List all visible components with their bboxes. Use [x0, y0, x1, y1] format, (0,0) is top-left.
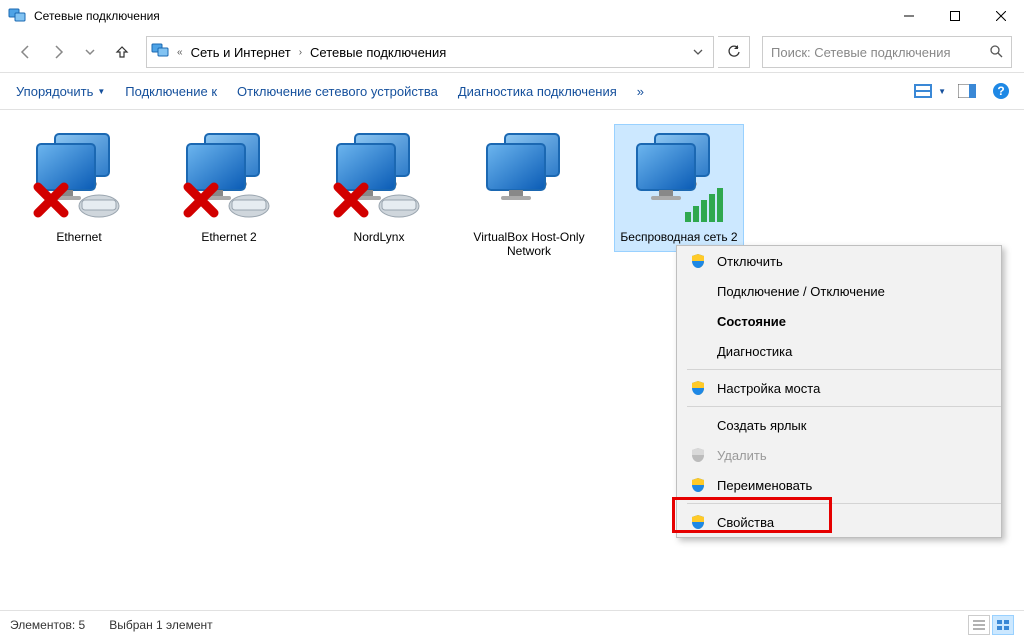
- adapter-icon: [331, 130, 427, 226]
- chevron-right-icon[interactable]: ›: [297, 47, 304, 58]
- toolbar-connect[interactable]: Подключение к: [119, 80, 223, 103]
- refresh-button[interactable]: [718, 36, 750, 68]
- breadcrumb[interactable]: « Сеть и Интернет › Сетевые подключения: [146, 36, 714, 68]
- adapter-label: NordLynx: [354, 230, 405, 244]
- shield-icon: [689, 252, 707, 270]
- shield-icon: [689, 446, 707, 464]
- adapter-icon: [631, 130, 727, 226]
- toolbar-overflow[interactable]: »: [631, 80, 650, 103]
- address-bar: « Сеть и Интернет › Сетевые подключения …: [0, 32, 1024, 72]
- adapter-label: Беспроводная сеть 2: [620, 230, 737, 244]
- address-dropdown[interactable]: [687, 45, 709, 60]
- network-adapter[interactable]: Беспроводная сеть 2: [614, 124, 744, 252]
- context-menu-item[interactable]: Состояние: [677, 306, 1001, 336]
- adapter-label: VirtualBox Host-Only Network: [468, 230, 590, 259]
- blank-icon: [689, 416, 707, 434]
- menu-item-label: Подключение / Отключение: [717, 284, 885, 299]
- maximize-button[interactable]: [932, 0, 978, 32]
- context-menu-item[interactable]: Диагностика: [677, 336, 1001, 366]
- view-toggle: [968, 615, 1014, 635]
- context-menu-item[interactable]: Подключение / Отключение: [677, 276, 1001, 306]
- back-button[interactable]: [12, 38, 40, 66]
- menu-item-label: Создать ярлык: [717, 418, 806, 433]
- chevron-down-icon[interactable]: ▼: [938, 87, 946, 96]
- menu-separator: [687, 503, 1001, 504]
- shield-icon: [689, 379, 707, 397]
- shield-icon: [689, 513, 707, 531]
- network-adapter[interactable]: NordLynx: [314, 124, 444, 252]
- preview-pane-button[interactable]: [954, 78, 980, 104]
- svg-text:?: ?: [997, 84, 1004, 98]
- context-menu-item[interactable]: Настройка моста: [677, 373, 1001, 403]
- view-details-button[interactable]: [968, 615, 990, 635]
- toolbar-diagnose[interactable]: Диагностика подключения: [452, 80, 623, 103]
- close-button[interactable]: [978, 0, 1024, 32]
- context-menu-item[interactable]: Свойства: [677, 507, 1001, 537]
- window-title: Сетевые подключения: [34, 9, 886, 23]
- adapter-label: Ethernet: [56, 230, 101, 244]
- shield-icon: [689, 476, 707, 494]
- blank-icon: [689, 342, 707, 360]
- view-icons-button[interactable]: [910, 78, 936, 104]
- menu-item-label: Удалить: [717, 448, 767, 463]
- forward-button[interactable]: [44, 38, 72, 66]
- status-bar: Элементов: 5 Выбран 1 элемент: [0, 610, 1024, 638]
- menu-item-label: Отключить: [717, 254, 783, 269]
- toolbar: Упорядочить ▼ Подключение к Отключение с…: [0, 72, 1024, 110]
- context-menu-item[interactable]: Создать ярлык: [677, 410, 1001, 440]
- context-menu-item[interactable]: Отключить: [677, 246, 1001, 276]
- network-root-icon: [151, 42, 169, 63]
- blank-icon: [689, 282, 707, 300]
- adapter-icon: [481, 130, 577, 226]
- titlebar: Сетевые подключения: [0, 0, 1024, 32]
- context-menu: Отключить Подключение / Отключение Состо…: [676, 245, 1002, 538]
- search-placeholder: Поиск: Сетевые подключения: [771, 45, 951, 60]
- menu-item-label: Диагностика: [717, 344, 792, 359]
- context-menu-item: Удалить: [677, 440, 1001, 470]
- menu-separator: [687, 406, 1001, 407]
- network-adapter[interactable]: Ethernet: [14, 124, 144, 252]
- chevron-down-icon: ▼: [97, 87, 105, 96]
- adapter-icon: [31, 130, 127, 226]
- breadcrumb-segment[interactable]: Сетевые подключения: [310, 45, 446, 60]
- network-adapter[interactable]: VirtualBox Host-Only Network: [464, 124, 594, 267]
- toolbar-disable[interactable]: Отключение сетевого устройства: [231, 80, 444, 103]
- window-controls: [886, 0, 1024, 32]
- context-menu-item[interactable]: Переименовать: [677, 470, 1001, 500]
- menu-item-label: Состояние: [717, 314, 786, 329]
- network-adapter[interactable]: Ethernet 2: [164, 124, 294, 252]
- item-count: Элементов: 5: [10, 618, 85, 632]
- selection-text: Выбран 1 элемент: [109, 618, 212, 632]
- breadcrumb-segment[interactable]: Сеть и Интернет: [191, 45, 291, 60]
- search-icon: [989, 44, 1003, 61]
- toolbar-organize[interactable]: Упорядочить ▼: [10, 80, 111, 103]
- adapter-label: Ethernet 2: [201, 230, 256, 244]
- menu-item-label: Переименовать: [717, 478, 812, 493]
- chevron-icon[interactable]: «: [175, 47, 185, 58]
- help-button[interactable]: ?: [988, 78, 1014, 104]
- view-large-icons-button[interactable]: [992, 615, 1014, 635]
- blank-icon: [689, 312, 707, 330]
- app-icon: [8, 7, 26, 25]
- minimize-button[interactable]: [886, 0, 932, 32]
- search-input[interactable]: Поиск: Сетевые подключения: [762, 36, 1012, 68]
- adapter-icon: [181, 130, 277, 226]
- up-button[interactable]: [108, 38, 136, 66]
- menu-item-label: Настройка моста: [717, 381, 820, 396]
- menu-item-label: Свойства: [717, 515, 774, 530]
- menu-separator: [687, 369, 1001, 370]
- recent-dropdown[interactable]: [76, 38, 104, 66]
